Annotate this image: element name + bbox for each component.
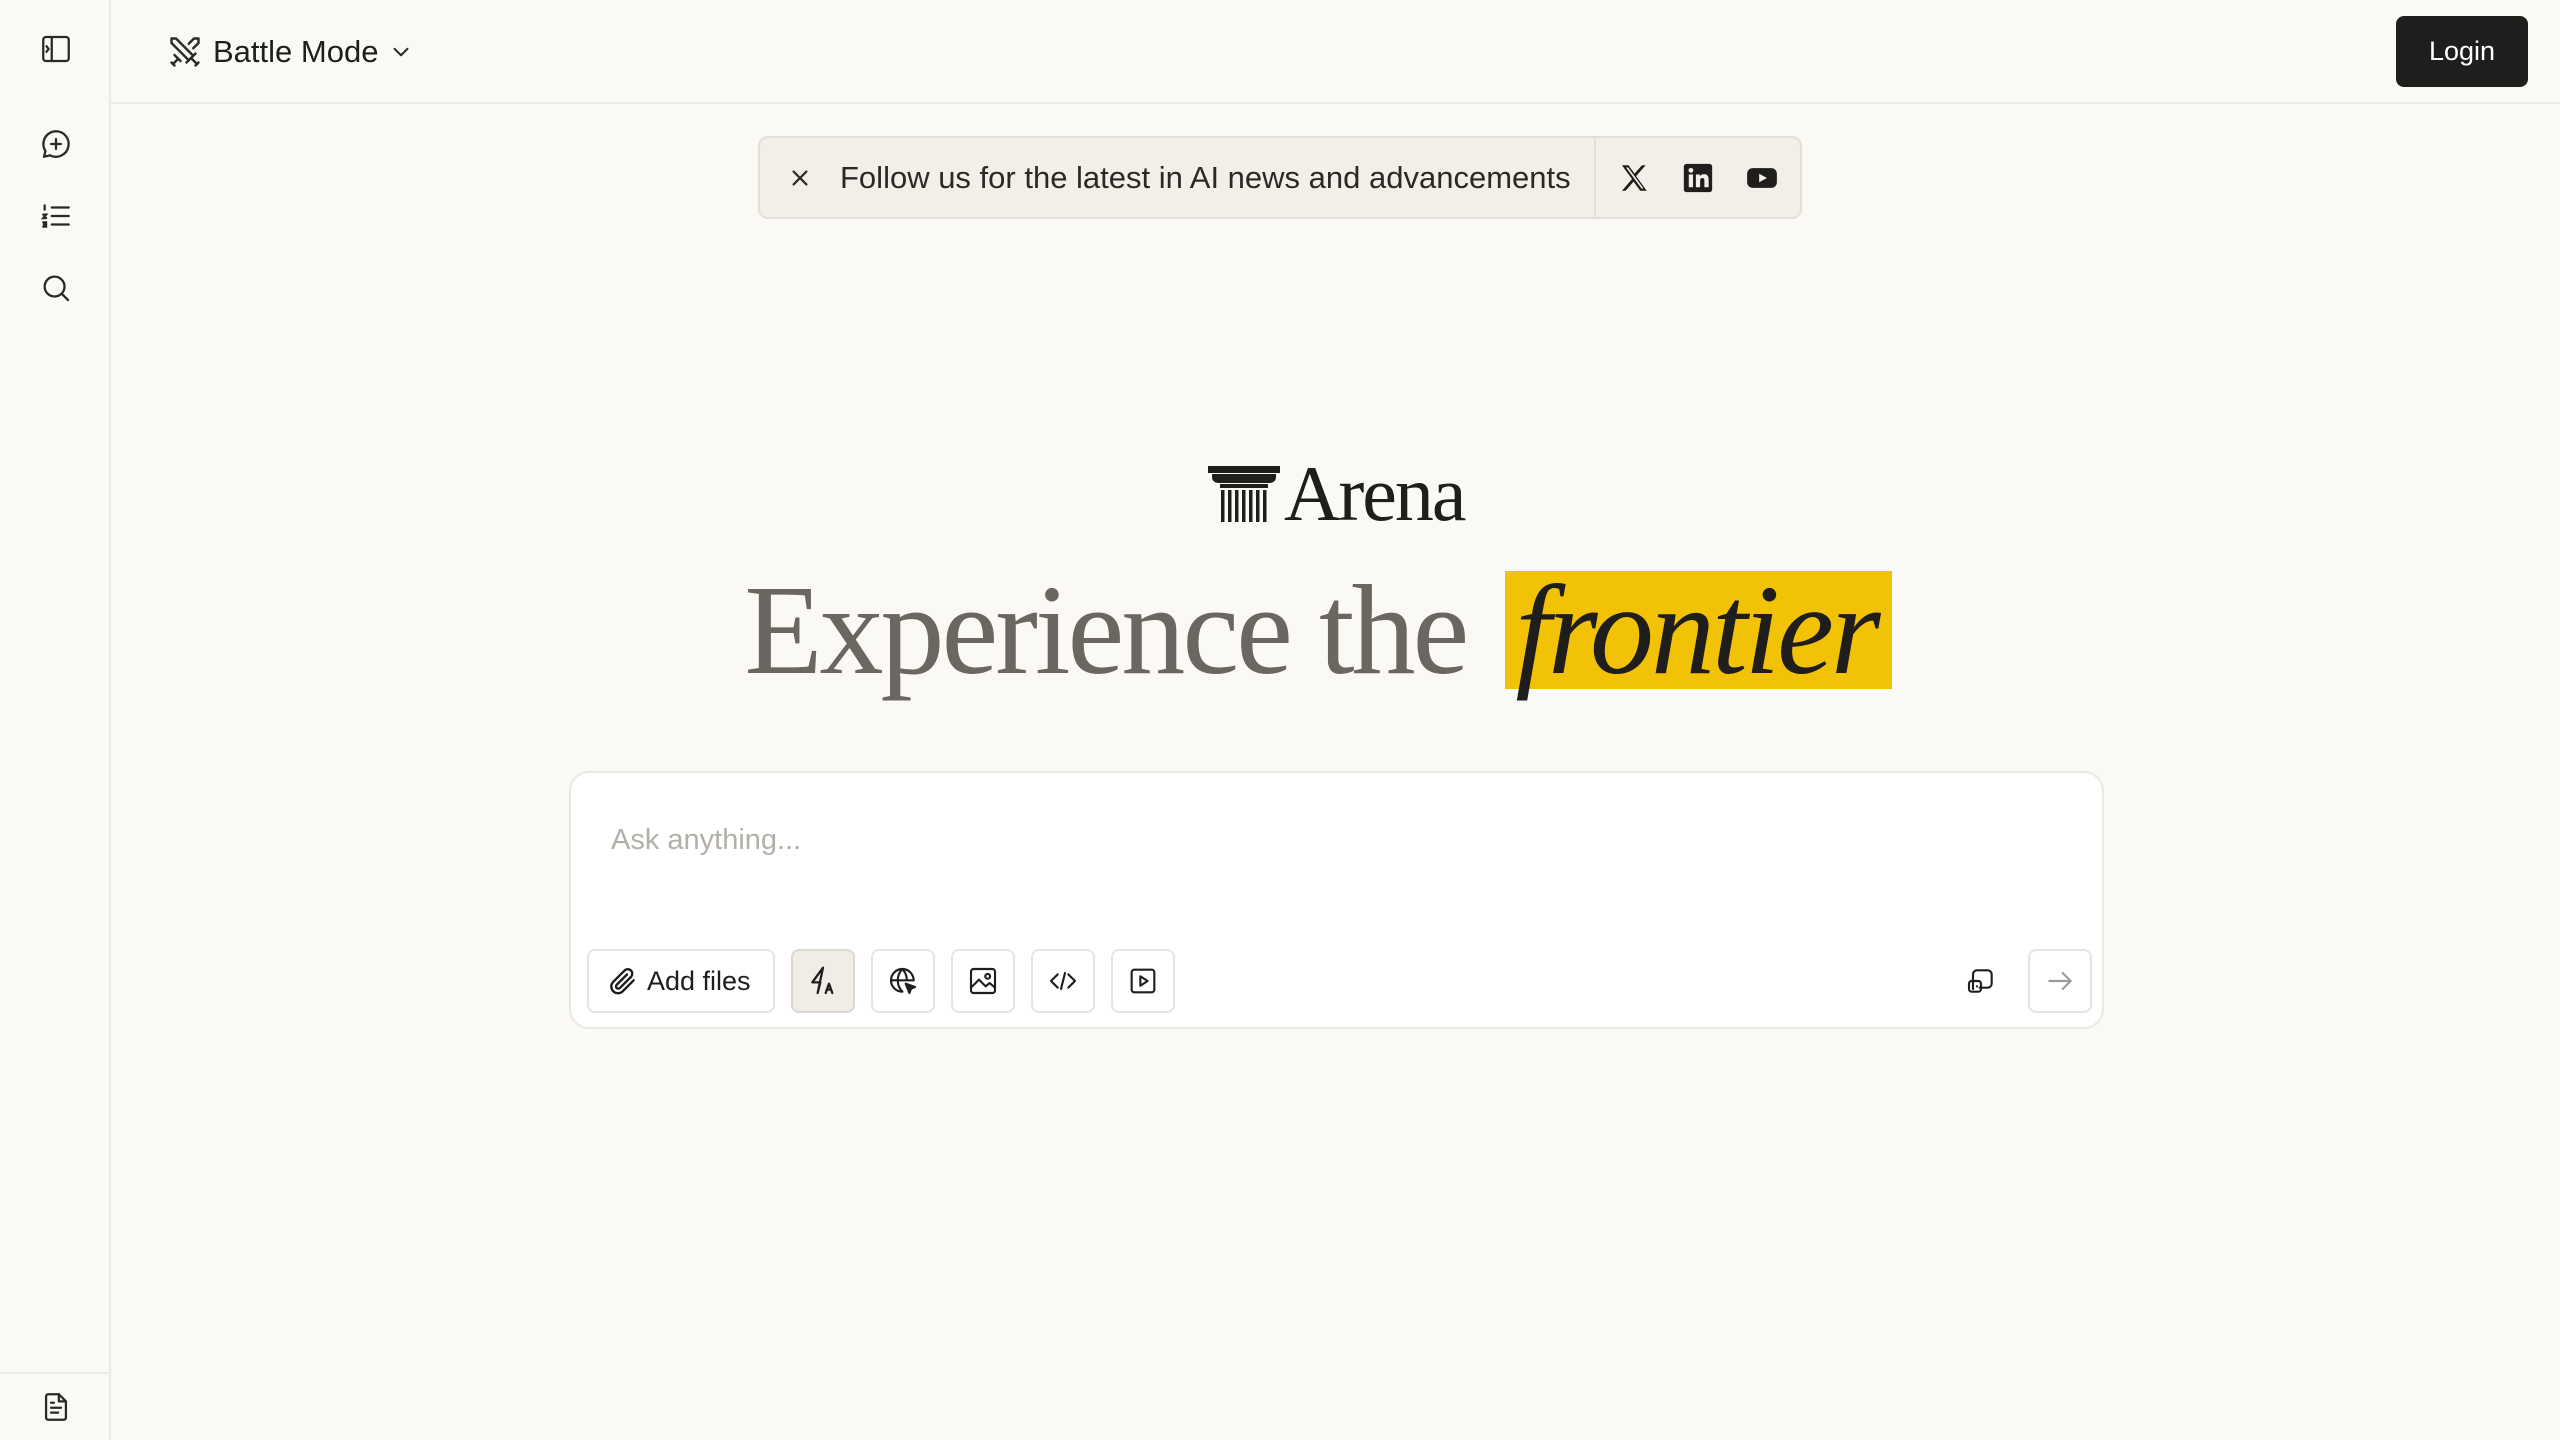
close-icon: [792, 169, 808, 186]
mode-label: Battle Mode: [213, 34, 379, 69]
send-button[interactable]: [2028, 949, 2092, 1013]
headline-prefix: Experience the: [744, 559, 1496, 701]
social-links: [1594, 138, 1800, 217]
arena-logo: Arena: [1208, 450, 1467, 537]
lightning-auto-icon: [811, 966, 834, 995]
youtube-icon: [1747, 167, 1777, 188]
numbered-list-icon: [40, 204, 70, 228]
code-icon: [1049, 971, 1077, 991]
banner-close-button[interactable]: [760, 138, 840, 217]
crossed-swords-icon: [170, 37, 200, 67]
linkedin-link[interactable]: [1672, 152, 1724, 204]
chevron-down-icon: [393, 47, 409, 57]
headline: Experience the frontier: [0, 560, 2560, 700]
headline-highlight: frontier: [1505, 566, 1892, 694]
top-bar: Battle Mode Login: [111, 0, 2560, 104]
prompt-input[interactable]: [609, 809, 2013, 871]
youtube-link[interactable]: [1736, 152, 1788, 204]
auto-mode-button[interactable]: [791, 949, 855, 1013]
web-search-button[interactable]: [871, 949, 935, 1013]
new-chat-button[interactable]: [28, 116, 84, 172]
column-icon: [1208, 466, 1280, 522]
document-icon: [44, 1393, 68, 1421]
add-files-label: Add files: [647, 965, 751, 996]
sidebar-footer: [0, 1372, 109, 1440]
x-link[interactable]: [1608, 152, 1660, 204]
globe-cursor-icon: [889, 967, 917, 995]
play-square-icon: [1130, 968, 1156, 994]
image-generation-button[interactable]: [951, 949, 1015, 1013]
code-button[interactable]: [1031, 949, 1095, 1013]
login-button[interactable]: Login: [2396, 16, 2528, 87]
search-icon: [43, 275, 70, 302]
image-icon: [969, 967, 997, 995]
x-icon: [1621, 164, 1647, 191]
model-settings-button[interactable]: [1949, 949, 2013, 1013]
toggle-sidebar-button[interactable]: [28, 21, 84, 77]
leaderboard-button[interactable]: [28, 188, 84, 244]
sidebar-panel-icon: [42, 35, 70, 63]
search-button[interactable]: [28, 260, 84, 316]
video-button[interactable]: [1111, 949, 1175, 1013]
prompt-box: Add files: [569, 771, 2104, 1029]
arrow-right-icon: [2048, 971, 2072, 991]
chat-plus-icon: [42, 130, 70, 158]
add-files-button[interactable]: Add files: [587, 949, 775, 1013]
logo-text: Arena: [1284, 450, 1467, 537]
mode-selector[interactable]: Battle Mode: [167, 24, 414, 80]
sidebar: [0, 0, 111, 1440]
terms-button[interactable]: [28, 1379, 84, 1435]
robot-chat-icon: [1967, 969, 1993, 993]
paperclip-icon: [610, 968, 635, 995]
linkedin-icon: [1683, 163, 1713, 192]
banner-text: Follow us for the latest in AI news and …: [840, 159, 1571, 195]
social-banner: Follow us for the latest in AI news and …: [758, 136, 1802, 219]
